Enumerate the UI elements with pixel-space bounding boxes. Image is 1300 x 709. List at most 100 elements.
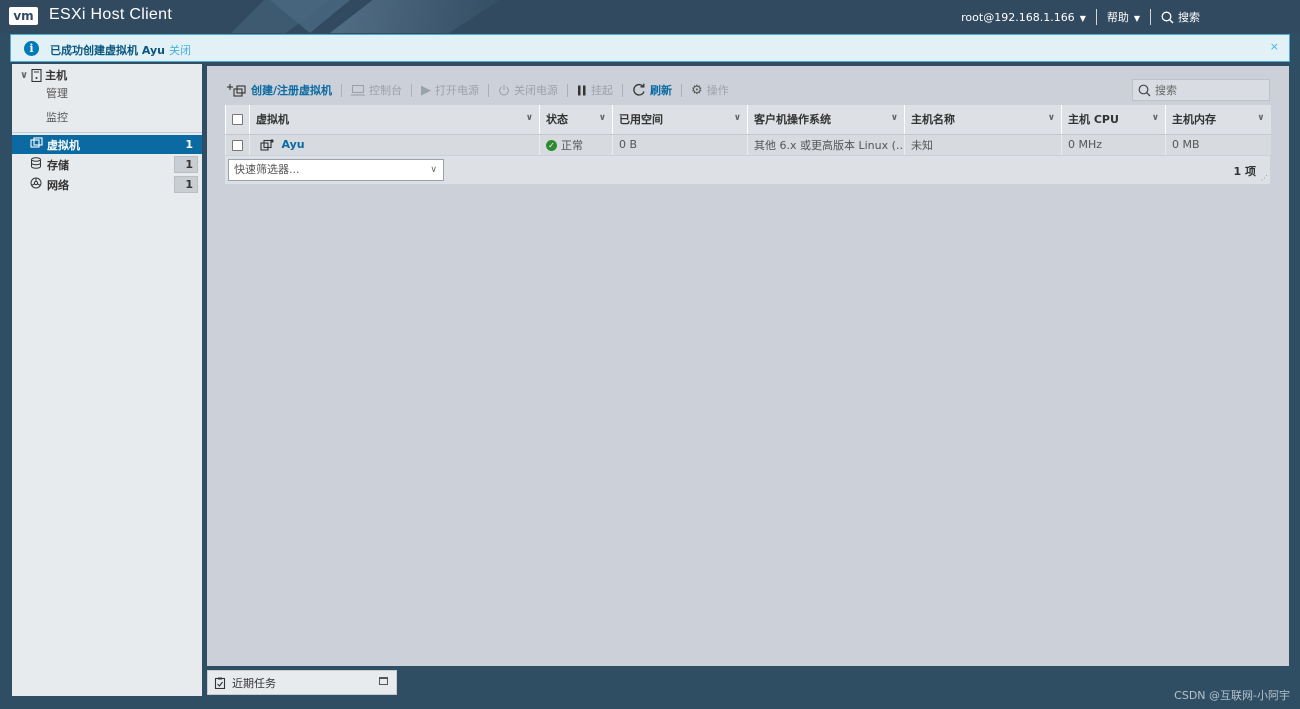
sidebar-item-monitor[interactable]: 监控 bbox=[46, 109, 68, 125]
count-badge: 1 bbox=[174, 176, 198, 193]
column-label: 主机 CPU bbox=[1068, 113, 1119, 127]
chevron-down-icon[interactable]: ∨ bbox=[20, 70, 28, 81]
console-label: 控制台 bbox=[369, 84, 403, 97]
status-text: 正常 bbox=[561, 138, 583, 152]
chevron-down-icon[interactable]: ∨ bbox=[599, 113, 606, 123]
select-all-checkbox[interactable] bbox=[232, 114, 243, 126]
row-checkbox[interactable] bbox=[232, 139, 243, 151]
console-button[interactable]: 控制台 bbox=[342, 82, 411, 98]
chevron-down-icon[interactable]: ∨ bbox=[1257, 113, 1264, 123]
power-off-label: 关闭电源 bbox=[514, 84, 559, 97]
quick-filter-select[interactable]: 快速筛选器... ∨ bbox=[228, 159, 444, 181]
column-header-host-cpu[interactable]: 主机 CPU ∨ bbox=[1061, 105, 1166, 135]
main-content: 创建/注册虚拟机 控制台 ▶ 打开电源 关闭电源 挂起 刷新 ⚙ 操作 搜索 虚… bbox=[207, 66, 1289, 666]
column-header-host-memory[interactable]: 主机内存 ∨ bbox=[1165, 105, 1271, 135]
top-bar: vm ESXi Host Client root@192.168.1.166 ▼ … bbox=[0, 0, 1300, 33]
caret-down-icon: ▼ bbox=[1079, 13, 1086, 23]
header-search-label: 搜索 bbox=[1178, 11, 1200, 24]
info-icon: i bbox=[24, 41, 39, 56]
help-menu[interactable]: 帮助 ▼ bbox=[1107, 9, 1140, 25]
vm-icon bbox=[30, 137, 44, 152]
sidebar-item-host[interactable]: ∨ 主机 bbox=[20, 67, 67, 83]
header-decoration bbox=[330, 0, 500, 33]
close-icon[interactable]: × bbox=[1270, 40, 1279, 53]
chevron-down-icon[interactable]: ∨ bbox=[734, 113, 741, 123]
resize-handle[interactable]: ⋰ bbox=[1261, 174, 1268, 182]
pause-icon bbox=[578, 85, 586, 95]
select-all-cell bbox=[225, 105, 250, 135]
suspend-label: 挂起 bbox=[591, 84, 614, 97]
chevron-down-icon[interactable]: ∨ bbox=[1152, 113, 1159, 123]
actions-label: 操作 bbox=[706, 84, 729, 97]
vm-name-link[interactable]: Ayu bbox=[282, 138, 305, 151]
help-label: 帮助 bbox=[1106, 11, 1129, 24]
search-icon bbox=[1138, 84, 1151, 96]
guest-os-cell: 其他 6.x 或更高版本 Linux (… bbox=[747, 134, 905, 155]
column-header-status[interactable]: 状态 ∨ bbox=[539, 105, 613, 135]
column-label: 客户机操作系统 bbox=[754, 113, 831, 127]
recent-tasks-tab[interactable]: 近期任务 bbox=[207, 670, 397, 695]
chevron-down-icon[interactable]: ∨ bbox=[526, 113, 533, 123]
status-cell: ✓ 正常 bbox=[539, 134, 613, 155]
chevron-down-icon[interactable]: ∨ bbox=[891, 113, 898, 123]
sidebar-item-manage[interactable]: 管理 bbox=[46, 85, 68, 101]
column-header-used-space[interactable]: 已用空间 ∨ bbox=[612, 105, 748, 135]
column-label: 状态 bbox=[546, 113, 568, 127]
refresh-label: 刷新 bbox=[650, 84, 673, 97]
vm-icon bbox=[260, 139, 274, 151]
divider bbox=[1095, 9, 1097, 25]
column-header-hostname[interactable]: 主机名称 ∨ bbox=[904, 105, 1062, 135]
notification-close-link[interactable]: 关闭 bbox=[169, 44, 191, 57]
user-label: root@192.168.1.166 bbox=[961, 10, 1075, 24]
navigator-sidebar: ∨ 主机 管理 监控 虚拟机 1 存储 1 网络 1 bbox=[12, 64, 202, 696]
watermark: CSDN @互联网-小阿宇 bbox=[1174, 689, 1290, 702]
sidebar-item-network[interactable]: 网络 1 bbox=[12, 175, 202, 194]
sidebar-item-label: 存储 bbox=[47, 158, 69, 172]
power-off-button[interactable]: 关闭电源 bbox=[489, 82, 567, 98]
power-on-button[interactable]: ▶ 打开电源 bbox=[412, 82, 488, 98]
maximize-icon[interactable] bbox=[379, 677, 388, 685]
notification-message: 已成功创建虚拟机 Ayu 关闭 bbox=[50, 42, 191, 58]
vm-table: 虚拟机 ∨ 状态 ∨ 已用空间 ∨ 客户机操作系统 ∨ 主机名称 ∨ 主机 CPU ∨ 主机… bbox=[225, 105, 1271, 155]
item-count: 1 项 bbox=[1233, 165, 1256, 178]
grid-footer: 快速筛选器... ∨ 1 项 ⋰ bbox=[225, 156, 1270, 184]
count-badge: 1 bbox=[174, 136, 198, 153]
table-row[interactable]: Ayu ✓ 正常 0 B 其他 6.x 或更高版本 Linux (… 未知 0 M… bbox=[225, 134, 1271, 155]
add-vm-icon bbox=[227, 83, 246, 97]
used-space-cell: 0 B bbox=[612, 134, 748, 155]
column-label: 已用空间 bbox=[619, 113, 663, 127]
column-label: 主机名称 bbox=[911, 113, 955, 127]
chevron-down-icon: ∨ bbox=[430, 165, 437, 175]
table-header-row: 虚拟机 ∨ 状态 ∨ 已用空间 ∨ 客户机操作系统 ∨ 主机名称 ∨ 主机 CPU ∨ 主机… bbox=[225, 105, 1271, 135]
sidebar-item-vms[interactable]: 虚拟机 1 bbox=[12, 135, 202, 154]
row-select-cell bbox=[225, 134, 250, 155]
vm-search-input[interactable]: 搜索 bbox=[1132, 79, 1270, 101]
column-header-guest-os[interactable]: 客户机操作系统 ∨ bbox=[747, 105, 905, 135]
caret-down-icon: ▼ bbox=[1133, 14, 1140, 23]
database-icon bbox=[30, 157, 44, 172]
actions-button[interactable]: ⚙ 操作 bbox=[682, 82, 738, 98]
header-search-button[interactable]: 搜索 bbox=[1161, 9, 1200, 25]
search-icon bbox=[1161, 11, 1174, 23]
column-header-vm[interactable]: 虚拟机 ∨ bbox=[249, 105, 540, 135]
column-label: 主机内存 bbox=[1172, 113, 1216, 127]
user-menu[interactable]: root@192.168.1.166 ▼ bbox=[961, 11, 1086, 24]
vmware-logo: vm bbox=[9, 7, 38, 25]
power-icon bbox=[499, 85, 509, 96]
sidebar-item-storage[interactable]: 存储 1 bbox=[12, 155, 202, 174]
recent-tasks-label: 近期任务 bbox=[232, 676, 276, 690]
count-badge: 1 bbox=[174, 156, 198, 173]
filter-placeholder: 快速筛选器... bbox=[234, 163, 300, 176]
clipboard-icon bbox=[214, 677, 226, 689]
suspend-button[interactable]: 挂起 bbox=[568, 82, 622, 98]
column-label: 虚拟机 bbox=[256, 113, 289, 127]
notification-bar: i 已成功创建虚拟机 Ayu 关闭 × bbox=[10, 34, 1290, 62]
host-cpu-cell: 0 MHz bbox=[1061, 134, 1166, 155]
power-on-label: 打开电源 bbox=[435, 84, 480, 97]
app-title: ESXi Host Client bbox=[49, 6, 173, 23]
divider bbox=[12, 132, 202, 133]
create-vm-button[interactable]: 创建/注册虚拟机 bbox=[225, 82, 341, 98]
refresh-button[interactable]: 刷新 bbox=[623, 82, 681, 98]
console-icon bbox=[351, 84, 366, 96]
chevron-down-icon[interactable]: ∨ bbox=[1048, 113, 1055, 123]
